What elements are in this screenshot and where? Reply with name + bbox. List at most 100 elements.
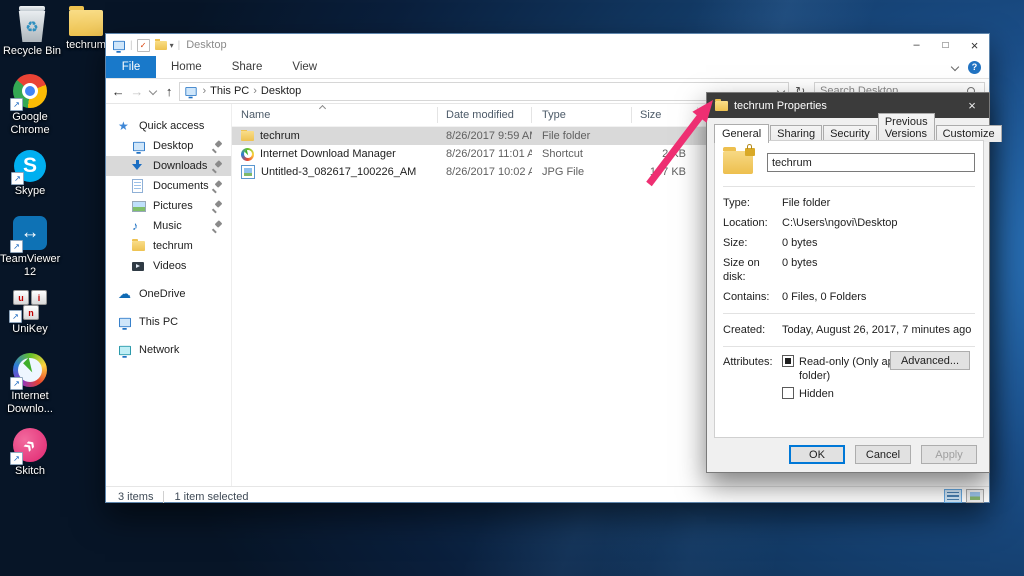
sidebar-item-onedrive[interactable]: ☁ OneDrive [106,284,231,304]
window-icon [113,40,125,49]
shortcut-arrow-icon: ↗ [10,452,23,465]
folder-icon [241,131,254,141]
help-icon[interactable]: ? [968,61,981,74]
dialog-tabs: General Sharing Security Previous Versio… [707,118,989,142]
quick-access-dropdown-icon[interactable]: ▾ [170,41,174,50]
sidebar-item-documents[interactable]: Documents [106,176,231,196]
hidden-checkbox[interactable] [782,387,794,399]
desktop-icon-google-chrome[interactable]: ↗ Google Chrome [0,74,60,137]
column-header-type[interactable]: Type [532,107,632,123]
column-header-date-modified[interactable]: Date modified [438,107,532,123]
videos-icon [132,262,149,271]
desktop-location-icon [186,87,197,96]
created-value: Today, August 26, 2017, 7 minutes ago [782,323,975,337]
pin-icon[interactable] [212,141,222,151]
sidebar-item-quick-access[interactable]: ★ Quick access [106,116,231,136]
image-file-icon [241,165,255,179]
tab-general[interactable]: General [714,124,769,143]
ribbon-tabs: File Home Share View ? [106,56,989,79]
expand-ribbon-icon[interactable] [951,63,959,71]
location-value: C:\Users\ngovi\Desktop [782,216,975,230]
close-button[interactable]: × [960,34,989,56]
skype-icon: ↗ [14,150,46,182]
breadcrumb-this-pc[interactable]: This PC [210,85,249,97]
recent-locations-icon[interactable] [147,86,159,96]
tab-previous-versions[interactable]: Previous Versions [878,113,935,142]
column-header-name[interactable]: Name [232,107,438,123]
shortcut-arrow-icon: ↗ [10,240,23,253]
pin-icon[interactable] [212,221,222,231]
sidebar-item-videos[interactable]: Videos [106,256,231,276]
items-count: 3 items [118,491,153,503]
desktop-icon-internet-download-manager[interactable]: ↗ Internet Downlo... [0,353,60,416]
sidebar-item-music[interactable]: ♪ Music [106,216,231,236]
forward-button[interactable]: → [129,84,146,99]
column-header-size[interactable]: Size [632,107,698,123]
details-view-button[interactable] [944,489,962,503]
size-on-disk-value: 0 bytes [782,256,975,284]
desktop-icon-recycle-bin[interactable]: ♻ Recycle Bin [2,6,62,58]
desktop-icon-label: TeamViewer 12 [0,253,60,279]
pin-icon[interactable] [212,161,222,171]
sidebar-item-desktop[interactable]: Desktop [106,136,231,156]
sidebar-item-network[interactable]: Network [106,340,231,360]
folder-icon [69,10,103,36]
idm-icon: ↗ [13,353,47,387]
size-value: 0 bytes [782,236,975,250]
folder-lock-icon [723,151,753,174]
back-button[interactable]: ← [110,84,127,99]
music-icon: ♪ [132,219,149,233]
quick-access-new-folder-icon[interactable] [155,41,167,50]
desktop-icon-label: Internet Downlo... [0,390,60,416]
recycle-bin-icon: ♻ [15,6,49,42]
tab-home[interactable]: Home [156,56,217,78]
document-icon [132,179,149,193]
window-title: Desktop [186,39,226,51]
pin-icon[interactable] [212,181,222,191]
read-only-checkbox[interactable] [782,355,794,367]
tab-share[interactable]: Share [217,56,278,78]
teamviewer-icon: ↗ [13,216,47,250]
download-icon [132,160,149,172]
ok-button[interactable]: OK [789,445,845,464]
breadcrumb-desktop[interactable]: Desktop [261,85,301,97]
folder-name-input[interactable] [767,153,975,172]
status-bar: 3 items 1 item selected [106,486,989,507]
desktop-icon-skitch[interactable]: ↗ Skitch [0,428,60,478]
desktop-icon-skype[interactable]: ↗ Skype [0,150,60,198]
shortcut-arrow-icon: ↗ [10,377,23,390]
skitch-icon: ↗ [13,428,47,462]
dialog-title: techrum Properties [734,100,827,112]
desktop-icon-label: Recycle Bin [2,45,62,58]
properties-dialog: techrum Properties × General Sharing Sec… [706,92,990,473]
tab-file[interactable]: File [106,56,156,78]
address-bar[interactable]: › This PC › Desktop [179,82,789,101]
maximize-button[interactable]: □ [931,34,960,56]
desktop-icon-label: Skitch [0,465,60,478]
chrome-icon: ↗ [13,74,47,108]
desktop-icon-teamviewer[interactable]: ↗ TeamViewer 12 [0,216,60,279]
pin-icon[interactable] [212,201,222,211]
desktop-icon-unikey[interactable]: uin ↗ UniKey [0,290,60,336]
star-icon: ★ [118,119,135,133]
folder-icon [715,101,728,111]
sidebar-item-techrum[interactable]: techrum [106,236,231,256]
selection-count: 1 item selected [174,491,248,503]
desktop-icon [132,141,149,152]
advanced-button[interactable]: Advanced... [890,351,970,370]
sidebar-item-this-pc[interactable]: This PC [106,312,231,332]
pictures-icon [132,201,149,212]
up-button[interactable]: ↑ [161,84,178,99]
sidebar-item-downloads[interactable]: Downloads [106,156,231,176]
this-pc-icon [118,317,135,328]
sidebar-item-pictures[interactable]: Pictures [106,196,231,216]
idm-shortcut-icon [241,148,254,161]
onedrive-icon: ☁ [118,289,135,299]
quick-access-properties-icon[interactable]: ✓ [137,39,150,52]
minimize-button[interactable]: – [902,34,931,56]
tab-view[interactable]: View [277,56,332,78]
thumbnail-view-button[interactable] [966,489,984,503]
dialog-close-icon[interactable]: × [955,93,989,118]
title-bar: | ✓ ▾ | Desktop – □ × [106,34,989,56]
cancel-button[interactable]: Cancel [855,445,911,464]
